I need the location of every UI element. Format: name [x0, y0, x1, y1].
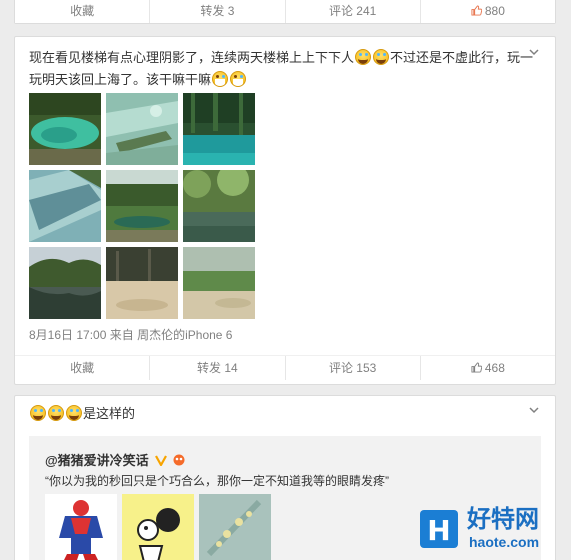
repost-photo-thumbnail[interactable] [45, 494, 117, 560]
photo-thumbnail[interactable] [29, 247, 101, 319]
repost-button[interactable]: 转发 3 [150, 0, 286, 23]
comment-button[interactable]: 评论 241 [286, 0, 421, 23]
verified-v-icon [155, 455, 167, 466]
source-prefix: 来自 [109, 328, 134, 342]
laugh-emoji-icon [30, 405, 46, 421]
post-2-action-bar: 收藏 转发 14 评论 153 468 [15, 355, 555, 380]
watermark-cn-text: 好特网 [467, 505, 539, 533]
post-card-1: 收藏 转发 3 评论 241 880 [14, 0, 556, 24]
post-text: 是这样的 [29, 403, 537, 425]
photo-thumbnail[interactable] [106, 170, 178, 242]
grin-emoji-icon [212, 71, 229, 87]
repost-username-link[interactable]: @猪猪爱讲冷笑话 [45, 453, 149, 468]
like-button[interactable]: 880 [421, 0, 555, 23]
repost-photo-thumbnail[interactable] [122, 494, 194, 560]
watermark-domain-text: haote.com [469, 534, 540, 550]
thumbs-up-icon [471, 5, 482, 16]
photo-thumbnail[interactable] [29, 93, 101, 165]
photo-thumbnail[interactable] [183, 170, 255, 242]
post-source-link[interactable]: 周杰伦的iPhone 6 [137, 328, 232, 342]
vip-badge-icon [173, 454, 185, 466]
post-card-2: 现在看见楼梯有点心理阴影了，连续两天楼梯上上下下人 不过还是不虚此行，玩一玩明天该… [14, 36, 556, 385]
grin-emoji-icon [230, 71, 247, 87]
post-1-action-bar: 收藏 转发 3 评论 241 880 [15, 0, 555, 23]
like-button[interactable]: 468 [421, 356, 555, 380]
photo-thumbnail[interactable] [29, 170, 101, 242]
haote-logo-icon: H [420, 510, 458, 548]
post-text: 现在看见楼梯有点心理阴影了，连续两天楼梯上上下下人 不过还是不虚此行，玩一玩明天该… [29, 47, 537, 91]
comment-button[interactable]: 评论 153 [286, 355, 421, 380]
repost-header: @猪猪爱讲冷笑话 [45, 450, 185, 469]
repost-button[interactable]: 转发 14 [150, 355, 286, 380]
repost-photo-thumbnail[interactable] [199, 494, 271, 560]
svg-text:H: H [427, 514, 450, 547]
thumbs-up-icon [471, 361, 482, 373]
photo-thumbnail[interactable] [183, 247, 255, 319]
post-text-body: 是这样的 [83, 406, 136, 421]
repost-text: “你以为我的秒回只是个巧合么，那你一定不知道我等的眼睛发疼” [45, 474, 389, 488]
post-text-part-1: 现在看见楼梯有点心理阴影了，连续两天楼梯上上下下人 [29, 50, 355, 65]
laugh-emoji-icon [66, 405, 82, 421]
photo-grid [29, 93, 255, 319]
post-meta: 8月16日 17:00 来自 周杰伦的iPhone 6 [29, 326, 232, 343]
post-time-link[interactable]: 8月16日 17:00 [29, 328, 106, 342]
photo-thumbnail[interactable] [183, 93, 255, 165]
photo-thumbnail[interactable] [106, 247, 178, 319]
site-watermark: H 好特网 haote.com [419, 503, 555, 553]
favorite-button[interactable]: 收藏 [15, 0, 151, 23]
laugh-emoji-icon [373, 49, 390, 65]
laugh-emoji-icon [355, 49, 372, 65]
favorite-button[interactable]: 收藏 [15, 355, 151, 380]
laugh-emoji-icon [48, 405, 64, 421]
photo-thumbnail[interactable] [106, 93, 178, 165]
